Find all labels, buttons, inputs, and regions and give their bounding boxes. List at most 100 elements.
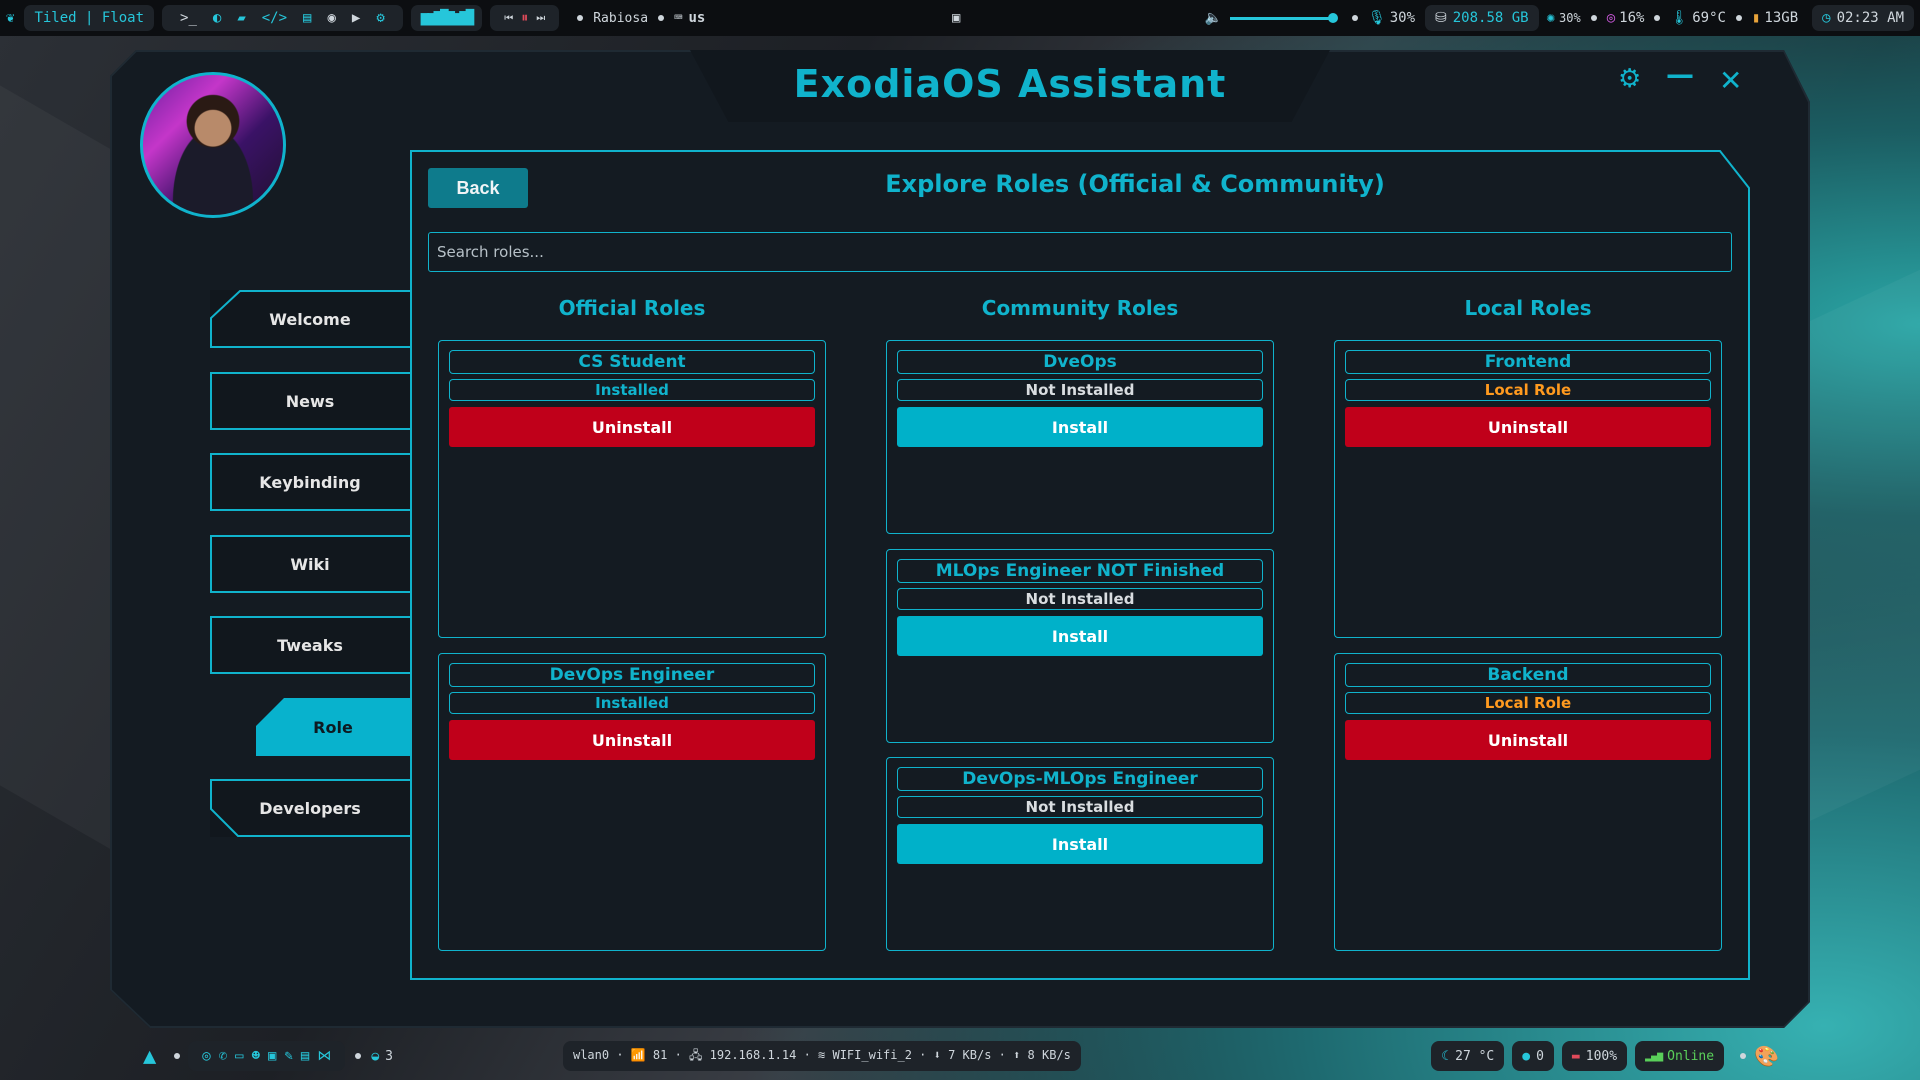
role-name: CS Student [449,350,815,374]
back-button[interactable]: Back [428,168,528,208]
gpu-icon: ◎ [1606,10,1616,26]
sidebar-item-developers[interactable]: Developers [210,779,410,837]
discord-icon[interactable]: ☻ [252,1048,260,1064]
youtube-icon[interactable]: ▶ [352,10,360,26]
sidebar-item-label: Developers [259,798,361,818]
sidebar-item-tweaks[interactable]: Tweaks [210,616,410,674]
settings-gear-icon[interactable]: ⚙ [1618,64,1641,94]
separator-dot [577,15,584,21]
sidebar-item-news[interactable]: News [210,372,410,430]
column-title-community: Community Roles [981,296,1179,320]
moon-icon: ☾ [1441,1048,1450,1064]
connection-label: Online [1667,1048,1715,1064]
top-bar: ❦ Tiled | Float >_ ◐ ▰ </> ▤ ◉ ▶ ⚙ ▆▆▇█▇… [0,0,1920,36]
firefox-icon[interactable]: ◐ [213,10,221,26]
connection-status[interactable]: ▂▄▆ Online [1635,1041,1725,1071]
avatar [140,72,286,218]
speaker-icon[interactable]: 🔈 [1205,10,1222,26]
install-button[interactable]: Install [897,616,1263,656]
uninstall-button[interactable]: Uninstall [1345,720,1711,760]
role-status: Local Role [1345,692,1711,714]
separator-dot [658,15,665,21]
gpu-usage: 16% [1619,10,1645,26]
workspace-icon[interactable]: ◒ [371,1049,379,1064]
pinned-apps: ◎ ✆ ▭ ☻ ▣ ✎ ▤ ⋈ [188,1041,346,1071]
media-title: Rabiosa [593,10,649,26]
notes-icon[interactable]: ▤ [303,10,311,26]
close-icon[interactable]: ✕ [1719,64,1742,97]
layout-mode-toggle[interactable]: Tiled | Float [24,5,155,31]
github-icon: ● [1522,1048,1531,1064]
terminal-window-icon[interactable]: ▤ [301,1048,309,1064]
tray-center-icon[interactable]: ▣ [952,10,960,26]
role-status: Installed [449,379,815,401]
arch-logo-icon[interactable]: ▲ [143,1044,156,1069]
signal-icon: ▂▄▆ [1645,1050,1664,1062]
role-name: Backend [1345,663,1711,687]
weather[interactable]: ☾ 27 °C [1431,1041,1505,1071]
chrome-icon[interactable]: ◎ [202,1048,210,1064]
terminal-icon[interactable]: >_ [180,10,197,26]
editor-icon[interactable]: ✎ [284,1048,292,1064]
role-card-backend: Backend Local Role Uninstall [1334,653,1722,951]
install-button[interactable]: Install [897,407,1263,447]
sidebar-item-welcome[interactable]: Welcome [210,290,410,348]
cpu-icon: ✺ [1546,10,1556,26]
disk-free: 208.58 GB [1452,10,1529,26]
bottom-bar: ▲ ◎ ✆ ▭ ☻ ▣ ✎ ▤ ⋈ ◒ 3 wlan0 · 📶 81 · 🖧 1… [143,1040,1779,1072]
role-status: Not Installed [897,796,1263,818]
github-notifications[interactable]: ● 0 [1512,1041,1554,1071]
role-name: DveOps [897,350,1263,374]
separator-dot [355,1053,362,1059]
network-info: wlan0 · 📶 81 · 🖧 192.168.1.14 · ≋ WIFI_w… [572,1047,1071,1062]
visualizer-bars-icon: ▆▆▇█▇▆▇█ [420,10,474,26]
role-name: DevOps Engineer [449,663,815,687]
uninstall-button[interactable]: Uninstall [1345,407,1711,447]
minimize-icon[interactable]: — [1666,58,1694,91]
separator-dot [1740,1053,1747,1059]
uninstall-button[interactable]: Uninstall [449,720,815,760]
memory-icon: ▮ [1751,10,1761,26]
battery[interactable]: ▬ 100% [1561,1041,1628,1071]
next-track-icon[interactable]: ⏭ [536,13,545,24]
disk-usage: ⛁ 208.58 GB [1425,5,1539,31]
settings-icon[interactable]: ⚙ [376,10,384,26]
pause-icon[interactable]: ⏸ [521,10,528,26]
sidebar-item-label: Keybinding [259,472,361,492]
distro-logo-icon[interactable]: ❦ [6,10,14,26]
wallpaper-shard [0,85,120,855]
separator-dot [1351,15,1358,21]
weather-temp: 27 °C [1455,1048,1495,1064]
volume-slider[interactable] [1229,12,1338,23]
sidebar-item-keybinding[interactable]: Keybinding [210,453,410,511]
install-button[interactable]: Install [897,824,1263,864]
folder-icon[interactable]: ▰ [237,10,245,26]
sidebar-item-wiki[interactable]: Wiki [210,535,410,593]
search-input[interactable] [428,232,1732,272]
status-tray: ☾ 27 °C ● 0 ▬ 100% ▂▄▆ Online 🎨 [1431,1041,1779,1071]
keyboard-layout[interactable]: us [688,10,705,26]
keyboard-icon: ⌨ [674,10,683,26]
previous-track-icon[interactable]: ⏮ [504,13,513,24]
clock[interactable]: ◷ 02:23 AM [1812,5,1914,31]
microphone-icon[interactable]: 🎙 [1368,10,1386,26]
palette-icon[interactable]: 🎨 [1754,1044,1779,1068]
code-editor-icon[interactable]: </> [262,10,287,26]
uninstall-button[interactable]: Uninstall [449,407,815,447]
role-card-devops-mlops-engineer: DevOps-MLOps Engineer Not Installed Inst… [886,757,1274,951]
sidebar-item-label: Welcome [269,309,351,329]
sidebar-item-role[interactable]: Role [256,698,410,756]
column-title-local: Local Roles [1464,296,1592,320]
document-icon[interactable]: ▣ [268,1048,276,1064]
vscode-icon[interactable]: ⋈ [317,1048,331,1064]
role-status: Not Installed [897,379,1263,401]
role-status: Not Installed [897,588,1263,610]
role-name: MLOps Engineer NOT Finished [897,559,1263,583]
laptop-icon[interactable]: ▭ [235,1048,243,1064]
chat-icon[interactable]: ◉ [327,10,335,26]
role-name: Frontend [1345,350,1711,374]
whatsapp-icon[interactable]: ✆ [219,1048,227,1064]
role-card-frontend: Frontend Local Role Uninstall [1334,340,1722,638]
network-status[interactable]: wlan0 · 📶 81 · 🖧 192.168.1.14 · ≋ WIFI_w… [562,1041,1081,1071]
role-card-mlops-engineer: MLOps Engineer NOT Finished Not Installe… [886,549,1274,743]
